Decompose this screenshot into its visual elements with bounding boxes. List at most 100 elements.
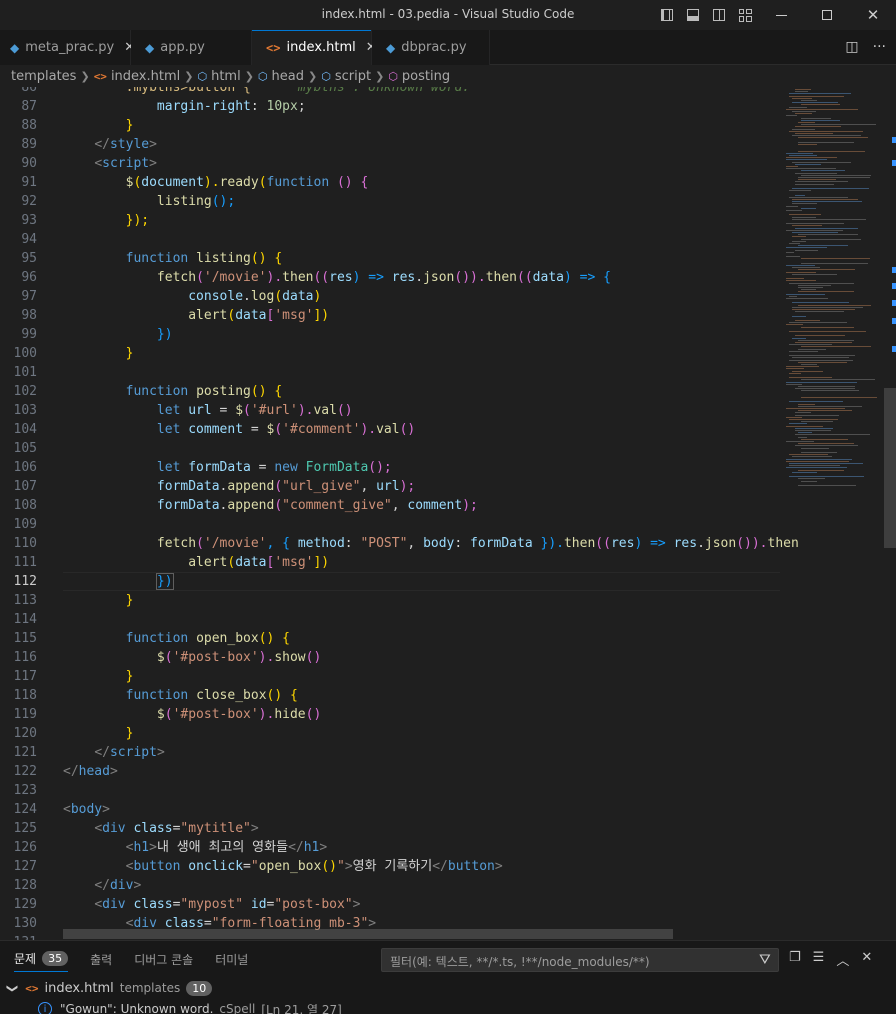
code-line[interactable]: 100 } [0, 344, 780, 363]
horizontal-scrollbar[interactable] [63, 929, 673, 939]
vertical-scrollbar-thumb[interactable] [884, 388, 896, 548]
code-line[interactable]: 99 }) [0, 325, 780, 344]
code-line[interactable]: 113 } [0, 591, 780, 610]
tab-debug-console[interactable]: 디버그 콘솔 [134, 951, 193, 968]
problems-filter-input[interactable]: 필터(예: 텍스트, **/*.ts, !**/node_modules/**) [381, 948, 779, 972]
info-icon: i [38, 1002, 52, 1014]
maximize-panel-icon[interactable]: ︿ [836, 950, 849, 969]
code-line[interactable]: 107 formData.append("url_give", url); [0, 477, 780, 496]
breadcrumb-item[interactable]: head [272, 69, 304, 84]
tab-index-html[interactable]: <> index.html ✕ [252, 30, 377, 65]
view-as-list-icon[interactable]: ☰ [813, 950, 825, 969]
line-number: 126 [13, 840, 37, 855]
tab-output[interactable]: 출력 [90, 951, 112, 968]
minimap-line [792, 306, 863, 308]
code-line[interactable]: 111 alert(data['msg']) [0, 553, 780, 572]
code-line[interactable]: 95 function listing() { [0, 249, 780, 268]
breadcrumb-item[interactable]: script [335, 69, 371, 84]
token: fetch [156, 536, 197, 551]
token: ). [203, 175, 220, 190]
code-lines[interactable]: 86 .mybtns>button { "mybtns": Unknown wo… [0, 87, 799, 940]
code-line[interactable]: 118 function close_box() { [0, 686, 780, 705]
code-line[interactable]: 94 [0, 230, 780, 249]
code-line[interactable]: 120 } [0, 724, 780, 743]
minimap-line [786, 467, 847, 469]
code-line[interactable]: 104 let comment = $('#comment').val() [0, 420, 780, 439]
code-line[interactable]: 96 fetch('/movie').then((res) => res.jso… [0, 268, 780, 287]
code-editor[interactable]: 86 .mybtns>button { "mybtns": Unknown wo… [0, 87, 896, 940]
token: function [125, 251, 189, 266]
split-editor-icon[interactable]: ◫ [845, 39, 858, 55]
code-line[interactable]: 123 [0, 781, 780, 800]
code-line[interactable]: 90 <script> [0, 154, 780, 173]
line-number: 119 [13, 707, 37, 722]
breadcrumb-item[interactable]: index.html [111, 69, 180, 84]
code-line[interactable]: 98 alert(data['msg']) [0, 306, 780, 325]
collapse-all-icon[interactable]: ❐ [789, 950, 801, 969]
toggle-panel-icon[interactable] [680, 0, 706, 30]
minimap-line [801, 480, 817, 482]
code-line[interactable]: 105 [0, 439, 780, 458]
tab-problems[interactable]: 문제 35 [14, 950, 69, 972]
code-line[interactable]: 119 $('#post-box').hide() [0, 705, 780, 724]
code-line[interactable]: 88 } [0, 116, 780, 135]
minimap[interactable] [782, 87, 882, 940]
problem-item[interactable]: i "Gowun": Unknown word. cSpell [Ln 21, … [0, 999, 896, 1014]
code-line-current[interactable]: 112 }) [0, 572, 780, 591]
tab-dbprac-py[interactable]: ◆ dbprac.py [372, 30, 490, 65]
code-line[interactable]: 121 </script> [0, 743, 780, 762]
line-number: 109 [13, 517, 37, 532]
toggle-secondary-sidebar-icon[interactable] [706, 0, 732, 30]
filter-icon[interactable]: ⛛ [759, 952, 771, 968]
minimap-line [801, 379, 875, 381]
token: h1 [133, 840, 150, 855]
code-line[interactable]: 86 .mybtns>button { "mybtns": Unknown wo… [0, 87, 780, 97]
close-panel-icon[interactable]: ✕ [861, 950, 872, 969]
code-line[interactable]: 122 </head> [0, 762, 780, 781]
tab-meta-prac-py[interactable]: ◆ meta_prac.py ✕ [0, 30, 135, 65]
code-line[interactable]: 93 }); [0, 211, 780, 230]
code-line[interactable]: 103 let url = $('#url').val() [0, 401, 780, 420]
toggle-primary-sidebar-icon[interactable] [654, 0, 680, 30]
minimap-line [795, 335, 845, 337]
code-line[interactable]: 102 function posting() { [0, 382, 780, 401]
line-number: 103 [13, 403, 37, 418]
code-line[interactable]: 116 $('#post-box').show() [0, 648, 780, 667]
code-line[interactable]: 117 } [0, 667, 780, 686]
problems-file-group[interactable]: ❯ <> index.html templates 10 [0, 977, 896, 999]
code-line[interactable]: 101 [0, 363, 780, 382]
code-line[interactable]: 108 formData.append("comment_give", comm… [0, 496, 780, 515]
more-actions-icon[interactable]: ··· [873, 39, 886, 55]
code-line[interactable]: 106 let formData = new FormData(); [0, 458, 780, 477]
maximize-button[interactable] [804, 0, 850, 30]
minimap-line [795, 445, 858, 447]
breadcrumb-item[interactable]: templates [11, 69, 76, 84]
code-line[interactable]: 114 [0, 610, 780, 629]
minimize-button[interactable] [758, 0, 804, 30]
minimap-line [786, 210, 802, 211]
minimap-line [789, 423, 807, 425]
close-window-button[interactable]: ✕ [850, 0, 896, 30]
code-line[interactable]: 97 console.log(data) [0, 287, 780, 306]
code-line[interactable]: 129 <div class="mypost" id="post-box"> [0, 895, 780, 914]
code-line[interactable]: 124 <body> [0, 800, 780, 819]
code-line[interactable]: 110 fetch('/movie', { method: "POST", bo… [0, 534, 799, 553]
line-text: } [63, 724, 134, 743]
code-line[interactable]: 87 margin-right: 10px; [0, 97, 780, 116]
code-line[interactable]: 109 [0, 515, 780, 534]
code-line[interactable]: 89 </style> [0, 135, 780, 154]
code-line[interactable]: 115 function open_box() { [0, 629, 780, 648]
code-line[interactable]: 128 </div> [0, 876, 780, 895]
breadcrumb-item[interactable]: html [211, 69, 241, 84]
code-line[interactable]: 91 $(document).ready(function () { [0, 173, 780, 192]
minimap-line [798, 287, 823, 288]
breadcrumb-item[interactable]: posting [402, 69, 450, 84]
customize-layout-icon[interactable] [732, 0, 758, 30]
tab-terminal[interactable]: 터미널 [215, 951, 248, 968]
code-line[interactable]: 126 <h1>내 생애 최고의 영화들</h1> [0, 838, 780, 857]
token: listing [196, 251, 251, 266]
code-line[interactable]: 92 listing(); [0, 192, 780, 211]
code-line[interactable]: 125 <div class="mytitle"> [0, 819, 780, 838]
code-line[interactable]: 127 <button onclick="open_box()">영화 기록하기… [0, 857, 780, 876]
tab-app-py[interactable]: ◆ app.py [131, 30, 252, 65]
